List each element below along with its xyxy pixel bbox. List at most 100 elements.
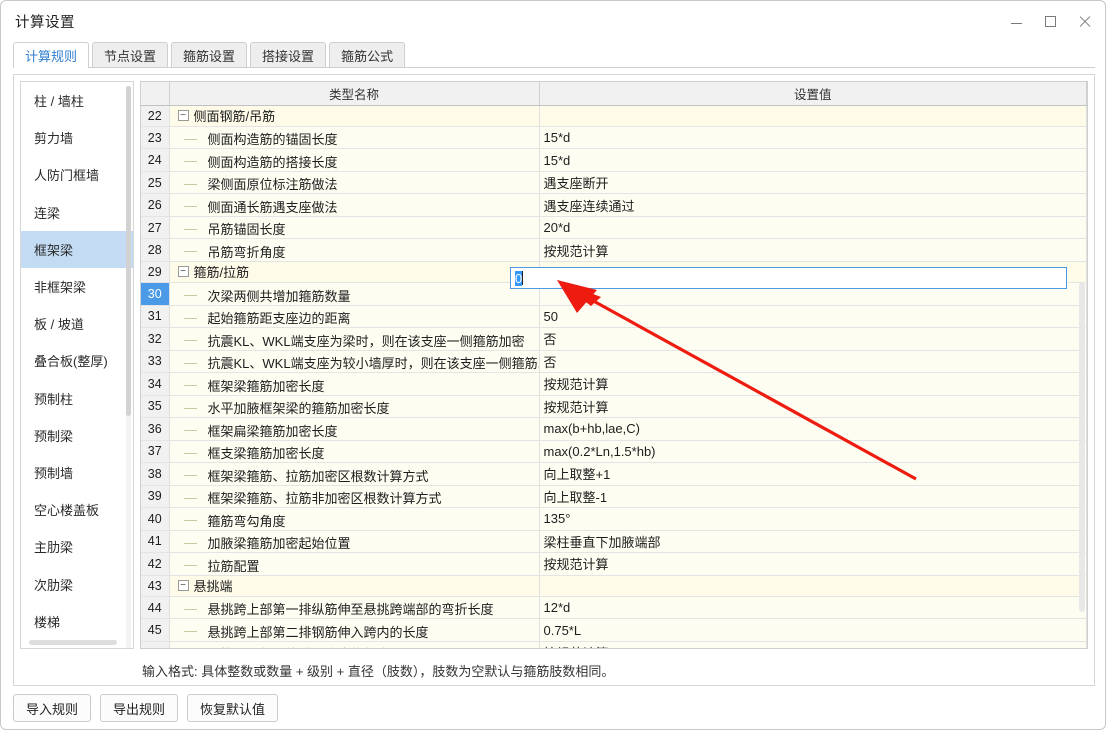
table-row[interactable]: 36 框架扁梁箍筋加密长度 max(b+hb,lae,C) xyxy=(141,417,1087,441)
sidebar-item-8[interactable]: 预制柱 xyxy=(21,380,133,417)
sidebar-item-10[interactable]: 预制墙 xyxy=(21,454,133,491)
sidebar-item-12[interactable]: 主肋梁 xyxy=(21,528,133,565)
cell-type-name[interactable]: 次梁两侧共增加箍筋数量 xyxy=(169,282,540,306)
cell-setting-value[interactable]: max(b+hb,lae,C) xyxy=(539,417,1087,441)
table-row[interactable]: 26 侧面通长筋遇支座做法 遇支座连续通过 xyxy=(141,193,1087,217)
row-number[interactable]: 45 xyxy=(141,618,170,642)
table-row[interactable]: 39 框架梁箍筋、拉筋非加密区根数计算方式 向上取整-1 xyxy=(141,485,1087,509)
cell-type-name[interactable]: 框架梁箍筋、拉筋加密区根数计算方式 xyxy=(169,462,540,486)
collapse-expander-icon[interactable]: − xyxy=(177,580,189,592)
sidebar-item-5[interactable]: 非框架梁 xyxy=(21,268,133,305)
cell-type-name[interactable]: − 悬挑端 xyxy=(169,575,540,597)
footer-button-2[interactable]: 恢复默认值 xyxy=(187,694,279,722)
sidebar-item-2[interactable]: 人防门框墙 xyxy=(21,156,133,193)
row-number[interactable]: 33 xyxy=(141,350,170,374)
cell-setting-value[interactable]: 50 xyxy=(539,305,1087,329)
cell-setting-value[interactable]: 按规范计算 xyxy=(539,372,1087,396)
row-number[interactable]: 38 xyxy=(141,462,170,486)
cell-type-name[interactable]: 抗震KL、WKL端支座为梁时，则在该支座一侧箍筋加密 xyxy=(169,327,540,351)
cell-setting-value[interactable]: 向上取整+1 xyxy=(539,462,1087,486)
table-row[interactable]: 42 拉筋配置 按规范计算 xyxy=(141,552,1087,576)
cell-type-name[interactable]: 侧面构造筋的锚固长度 xyxy=(169,126,540,150)
setting-value-editor[interactable]: 0 xyxy=(510,267,1067,289)
collapse-expander-icon[interactable]: − xyxy=(177,266,189,278)
row-number[interactable]: 28 xyxy=(141,238,170,262)
cell-setting-value[interactable]: 按规范计算 xyxy=(539,641,1087,648)
cell-setting-value[interactable] xyxy=(539,105,1087,127)
table-row[interactable]: 37 框支梁箍筋加密长度 max(0.2*Ln,1.5*hb) xyxy=(141,440,1087,464)
sidebar-item-1[interactable]: 剪力墙 xyxy=(21,119,133,156)
footer-button-0[interactable]: 导入规则 xyxy=(13,694,92,722)
cell-type-name[interactable]: 箍筋弯勾角度 xyxy=(169,507,540,531)
cell-type-name[interactable]: 起始箍筋距支座边的距离 xyxy=(169,305,540,329)
sidebar-scroll-thumb[interactable] xyxy=(126,86,131,416)
table-row[interactable]: 41 加腋梁箍筋加密起始位置 梁柱垂直下加腋端部 xyxy=(141,530,1087,554)
row-number[interactable]: 46 xyxy=(141,641,170,648)
row-number[interactable]: 31 xyxy=(141,305,170,329)
column-header-setting-value[interactable]: 设置值 xyxy=(539,82,1087,106)
sidebar-item-6[interactable]: 板 / 坡道 xyxy=(21,305,133,342)
cell-setting-value[interactable]: 梁柱垂直下加腋端部 xyxy=(539,530,1087,554)
table-row[interactable]: 22− 侧面钢筋/吊筋 xyxy=(141,105,1087,127)
tab-1[interactable]: 节点设置 xyxy=(92,42,169,67)
table-vertical-scrollbar[interactable] xyxy=(1079,282,1085,612)
sidebar-horizontal-scrollbar[interactable] xyxy=(29,640,117,645)
sidebar-item-4[interactable]: 框架梁 xyxy=(21,230,133,268)
row-number[interactable]: 36 xyxy=(141,417,170,441)
table-row[interactable]: 45 悬挑跨上部第二排钢筋伸入跨内的长度 0.75*L xyxy=(141,618,1087,642)
row-number[interactable]: 34 xyxy=(141,372,170,396)
cell-type-name[interactable]: 加腋梁箍筋加密起始位置 xyxy=(169,530,540,554)
row-number[interactable]: 27 xyxy=(141,216,170,240)
table-row[interactable]: 33 抗震KL、WKL端支座为较小墙厚时，则在该支座一侧箍筋... 否 xyxy=(141,350,1087,374)
row-number[interactable]: 32 xyxy=(141,327,170,351)
cell-type-name[interactable]: 框架梁箍筋加密长度 xyxy=(169,372,540,396)
tab-3[interactable]: 搭接设置 xyxy=(250,42,327,67)
sidebar-item-9[interactable]: 预制梁 xyxy=(21,417,133,454)
table-row[interactable]: 27 吊筋锚固长度 20*d xyxy=(141,216,1087,240)
cell-setting-value[interactable]: 15*d xyxy=(539,148,1087,172)
cell-setting-value[interactable]: 否 xyxy=(539,327,1087,351)
cell-setting-value[interactable] xyxy=(539,575,1087,597)
row-number[interactable]: 22 xyxy=(141,105,170,127)
tab-0[interactable]: 计算规则 xyxy=(13,42,90,68)
table-row[interactable]: 28 吊筋弯折角度 按规范计算 xyxy=(141,238,1087,262)
sidebar-item-14[interactable]: 楼梯 xyxy=(21,603,133,640)
cell-type-name[interactable]: 悬挑跨下部钢筋锚入支座的长度 xyxy=(169,641,540,648)
row-number[interactable]: 37 xyxy=(141,440,170,464)
sidebar-item-13[interactable]: 次肋梁 xyxy=(21,565,133,602)
table-row[interactable]: 43− 悬挑端 xyxy=(141,575,1087,597)
cell-setting-value[interactable]: 遇支座连续通过 xyxy=(539,193,1087,217)
row-number[interactable]: 26 xyxy=(141,193,170,217)
row-number[interactable]: 42 xyxy=(141,552,170,576)
row-number[interactable]: 41 xyxy=(141,530,170,554)
cell-setting-value[interactable]: 135° xyxy=(539,507,1087,531)
cell-setting-value[interactable]: 15*d xyxy=(539,126,1087,150)
row-number[interactable]: 23 xyxy=(141,126,170,150)
tab-2[interactable]: 箍筋设置 xyxy=(171,42,248,67)
cell-setting-value[interactable]: 按规范计算 xyxy=(539,552,1087,576)
tab-4[interactable]: 箍筋公式 xyxy=(329,42,406,67)
cell-setting-value[interactable]: 遇支座断开 xyxy=(539,171,1087,195)
close-button[interactable] xyxy=(1067,4,1101,38)
cell-type-name[interactable]: 吊筋锚固长度 xyxy=(169,216,540,240)
sidebar-vertical-scrollbar[interactable] xyxy=(126,86,131,648)
cell-type-name[interactable]: 框架梁箍筋、拉筋非加密区根数计算方式 xyxy=(169,485,540,509)
cell-type-name[interactable]: 抗震KL、WKL端支座为较小墙厚时，则在该支座一侧箍筋... xyxy=(169,350,540,374)
cell-setting-value[interactable]: 向上取整-1 xyxy=(539,485,1087,509)
cell-setting-value[interactable]: max(0.2*Ln,1.5*hb) xyxy=(539,440,1087,464)
cell-setting-value[interactable]: 按规范计算 xyxy=(539,238,1087,262)
column-header-type-name[interactable]: 类型名称 xyxy=(169,82,540,106)
sidebar-item-3[interactable]: 连梁 xyxy=(21,194,133,231)
sidebar-item-11[interactable]: 空心楼盖板 xyxy=(21,491,133,528)
cell-setting-value[interactable]: 0.75*L xyxy=(539,618,1087,642)
table-row[interactable]: 32 抗震KL、WKL端支座为梁时，则在该支座一侧箍筋加密否 xyxy=(141,327,1087,351)
cell-type-name[interactable]: 悬挑跨上部第二排钢筋伸入跨内的长度 xyxy=(169,618,540,642)
table-row[interactable]: 35 水平加腋框架梁的箍筋加密长度 按规范计算 xyxy=(141,395,1087,419)
sidebar-item-0[interactable]: 柱 / 墙柱 xyxy=(21,82,133,119)
cell-type-name[interactable]: 侧面构造筋的搭接长度 xyxy=(169,148,540,172)
cell-setting-value[interactable]: 12*d xyxy=(539,596,1087,620)
row-number[interactable]: 25 xyxy=(141,171,170,195)
row-number[interactable]: 39 xyxy=(141,485,170,509)
row-number[interactable]: 44 xyxy=(141,596,170,620)
sidebar-item-7[interactable]: 叠合板(整厚) xyxy=(21,342,133,379)
